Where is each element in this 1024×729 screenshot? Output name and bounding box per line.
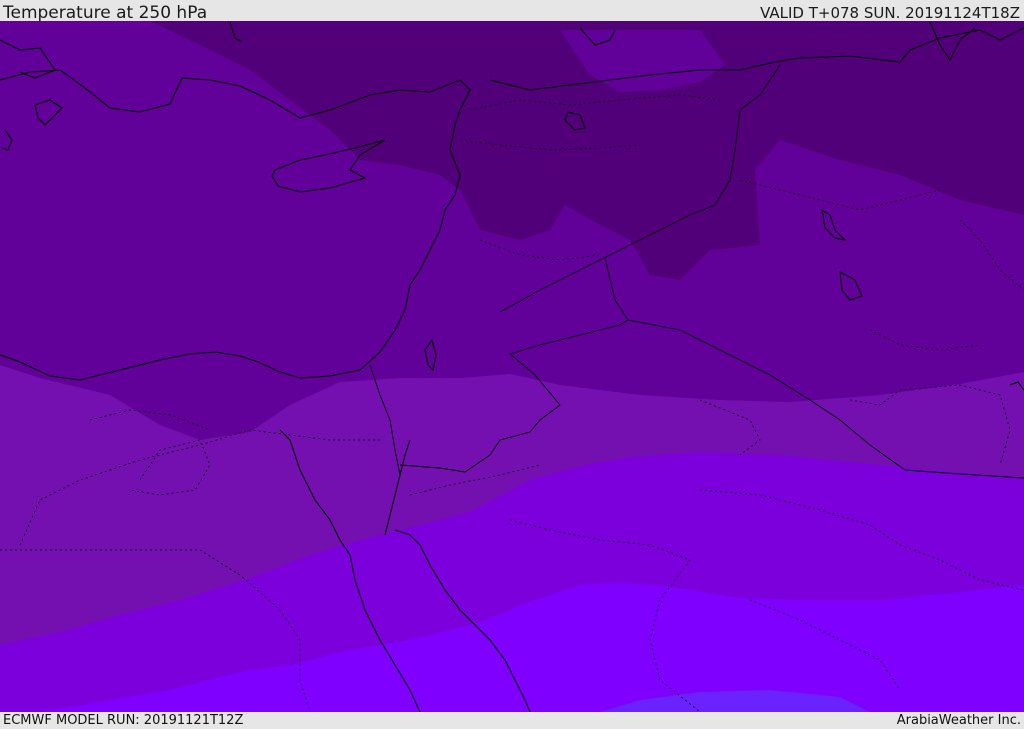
temperature-map[interactable]	[0, 21, 1024, 712]
header-bar: Temperature at 250 hPa VALID T+078 SUN. …	[0, 0, 1024, 23]
credit: ArabiaWeather Inc.	[896, 713, 1021, 728]
valid-time: VALID T+078 SUN. 20191124T18Z	[760, 4, 1020, 22]
map-title: Temperature at 250 hPa	[3, 3, 208, 23]
model-run: ECMWF MODEL RUN: 20191121T12Z	[3, 713, 244, 728]
footer-bar: ECMWF MODEL RUN: 20191121T12Z ArabiaWeat…	[0, 712, 1024, 729]
